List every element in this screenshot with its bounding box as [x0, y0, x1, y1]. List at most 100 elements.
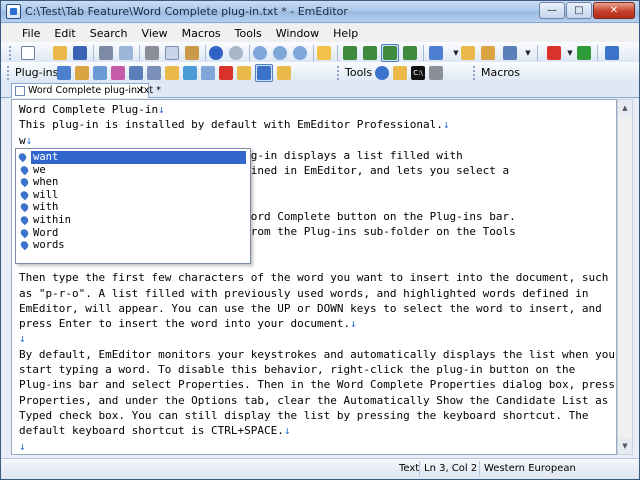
properties-icon[interactable] [481, 46, 495, 60]
plugin-icon[interactable] [165, 66, 179, 80]
toolbar-separator [423, 45, 424, 61]
status-mode[interactable]: Text [395, 461, 419, 477]
find-previous-icon[interactable] [273, 46, 287, 60]
menu-macros[interactable]: Macros [175, 27, 228, 40]
editor-line: press Enter to insert the word into your… [19, 316, 615, 331]
open-folder-icon[interactable] [53, 46, 67, 60]
undo-icon[interactable] [209, 46, 223, 60]
configuration-icon[interactable] [429, 46, 443, 60]
candidate-item[interactable]: want [17, 151, 246, 164]
customize-icon[interactable] [461, 46, 475, 60]
menu-tools[interactable]: Tools [228, 27, 269, 40]
plugin-icon[interactable] [201, 66, 215, 80]
cut-icon[interactable] [145, 46, 159, 60]
word-complete-icon[interactable] [605, 46, 619, 60]
menu-window[interactable]: Window [269, 27, 326, 40]
toolbar-separator [597, 45, 598, 61]
redo-icon[interactable] [229, 46, 243, 60]
candidate-item[interactable]: words [17, 239, 247, 252]
paste-icon[interactable] [185, 46, 199, 60]
menu-edit[interactable]: Edit [47, 27, 82, 40]
plugin-icon[interactable] [93, 66, 107, 80]
plugin-icon[interactable] [111, 66, 125, 80]
tool-icon[interactable] [393, 66, 407, 80]
menu-file[interactable]: File [15, 27, 47, 40]
editor-line: Word Complete Plug-in↓ [19, 102, 615, 117]
menu-search[interactable]: Search [83, 27, 135, 40]
candidate-item[interactable]: Word [17, 227, 247, 240]
wrap-by-chars-icon[interactable] [363, 46, 377, 60]
pushpin-icon [19, 202, 30, 213]
pushpin-icon [19, 164, 30, 175]
plugin-icon[interactable] [237, 66, 251, 80]
candidate-item[interactable]: when [17, 176, 247, 189]
wrap-none-icon[interactable] [343, 46, 357, 60]
maximize-button[interactable]: □ [566, 2, 592, 19]
plugin-icon[interactable] [277, 66, 291, 80]
record-macro-icon[interactable] [547, 46, 561, 60]
toolbar-grip[interactable] [9, 46, 13, 60]
newline-marker: ↓ [25, 133, 33, 147]
print-icon[interactable] [99, 46, 113, 60]
plugin-icon[interactable] [75, 66, 89, 80]
editor-line-text: Properties, and under the Options tab, c… [19, 393, 609, 407]
toolbar-grip[interactable] [7, 66, 11, 80]
candidate-item[interactable]: we [17, 164, 247, 177]
find-icon[interactable] [253, 46, 267, 60]
toolbar-separator [537, 45, 538, 61]
editor-line-text: This plug-in is installed by default wit… [19, 118, 443, 132]
title-bar[interactable]: C:\Test\Tab Feature\Word Complete plug-i… [1, 1, 639, 23]
emeditor-app-icon[interactable] [6, 4, 21, 19]
scroll-down-icon[interactable]: ▼ [618, 438, 632, 454]
candidate-label: when [33, 176, 59, 189]
tab-word-complete-plugin[interactable]: Word Complete plug-in.txt * × [11, 83, 161, 98]
plugin-icon[interactable] [57, 66, 71, 80]
new-file-icon[interactable] [21, 46, 35, 60]
candidate-label: will [33, 188, 59, 201]
copy-icon[interactable] [165, 46, 179, 60]
minimize-button[interactable]: — [539, 2, 565, 19]
print-preview-icon[interactable] [119, 46, 133, 60]
editor-line: EmEditor, will appear. You can use the U… [19, 301, 615, 316]
plugin-icon[interactable] [183, 66, 197, 80]
wrap-by-page-icon[interactable] [403, 46, 417, 60]
toolbar-grip[interactable] [473, 66, 477, 80]
candidate-item[interactable]: within [17, 214, 247, 227]
plugin-icon[interactable] [129, 66, 143, 80]
candidate-item[interactable]: with [17, 201, 247, 214]
chevron-down-icon[interactable]: ▼ [521, 46, 535, 60]
plugin-icon[interactable] [219, 66, 233, 80]
document-tab-strip: Word Complete plug-in.txt * × [1, 83, 639, 98]
toolbar-grip[interactable] [337, 66, 341, 80]
editor-line-text: By default, EmEditor monitors your keyst… [19, 347, 616, 361]
plugin-icon[interactable] [147, 66, 161, 80]
scroll-up-icon[interactable]: ▲ [618, 100, 632, 116]
word-complete-candidate-list[interactable]: want we when will with within Word words [15, 148, 251, 264]
menu-help[interactable]: Help [326, 27, 365, 40]
window-title: C:\Test\Tab Feature\Word Complete plug-i… [25, 5, 348, 18]
editor-line: start typing a word. To disable this beh… [19, 362, 615, 377]
close-button[interactable]: ✕ [593, 2, 635, 19]
chart-icon[interactable] [503, 46, 517, 60]
browser-icon[interactable] [375, 66, 389, 80]
editor-line-text: Typed check box. You can still display t… [19, 408, 589, 422]
editor-line-text: Then type the first few characters of th… [19, 271, 609, 285]
candidate-label: within [33, 213, 71, 226]
chevron-down-icon[interactable]: ▼ [563, 46, 577, 60]
run-macro-icon[interactable] [577, 46, 591, 60]
tab-close-icon[interactable]: × [136, 84, 144, 98]
candidate-item[interactable]: will [17, 189, 247, 202]
standard-toolbar: ▼ ▼ ▼ [1, 42, 639, 64]
toolbar-separator [205, 45, 206, 61]
vertical-scrollbar[interactable]: ▲ ▼ [617, 99, 633, 455]
tools-toolbar-label: Tools [345, 66, 373, 79]
menu-view[interactable]: View [135, 27, 175, 40]
highlight-search-icon[interactable] [317, 46, 331, 60]
editor-line-text: Word Complete Plug-in [19, 103, 159, 116]
find-next-icon[interactable] [293, 46, 307, 60]
tool-icon[interactable] [429, 66, 443, 80]
command-prompt-icon[interactable]: C:\ [411, 66, 425, 80]
status-encoding[interactable]: Western European [479, 461, 576, 477]
status-cursor-position[interactable]: Ln 3, Col 2 [419, 461, 477, 477]
save-icon[interactable] [73, 46, 87, 60]
